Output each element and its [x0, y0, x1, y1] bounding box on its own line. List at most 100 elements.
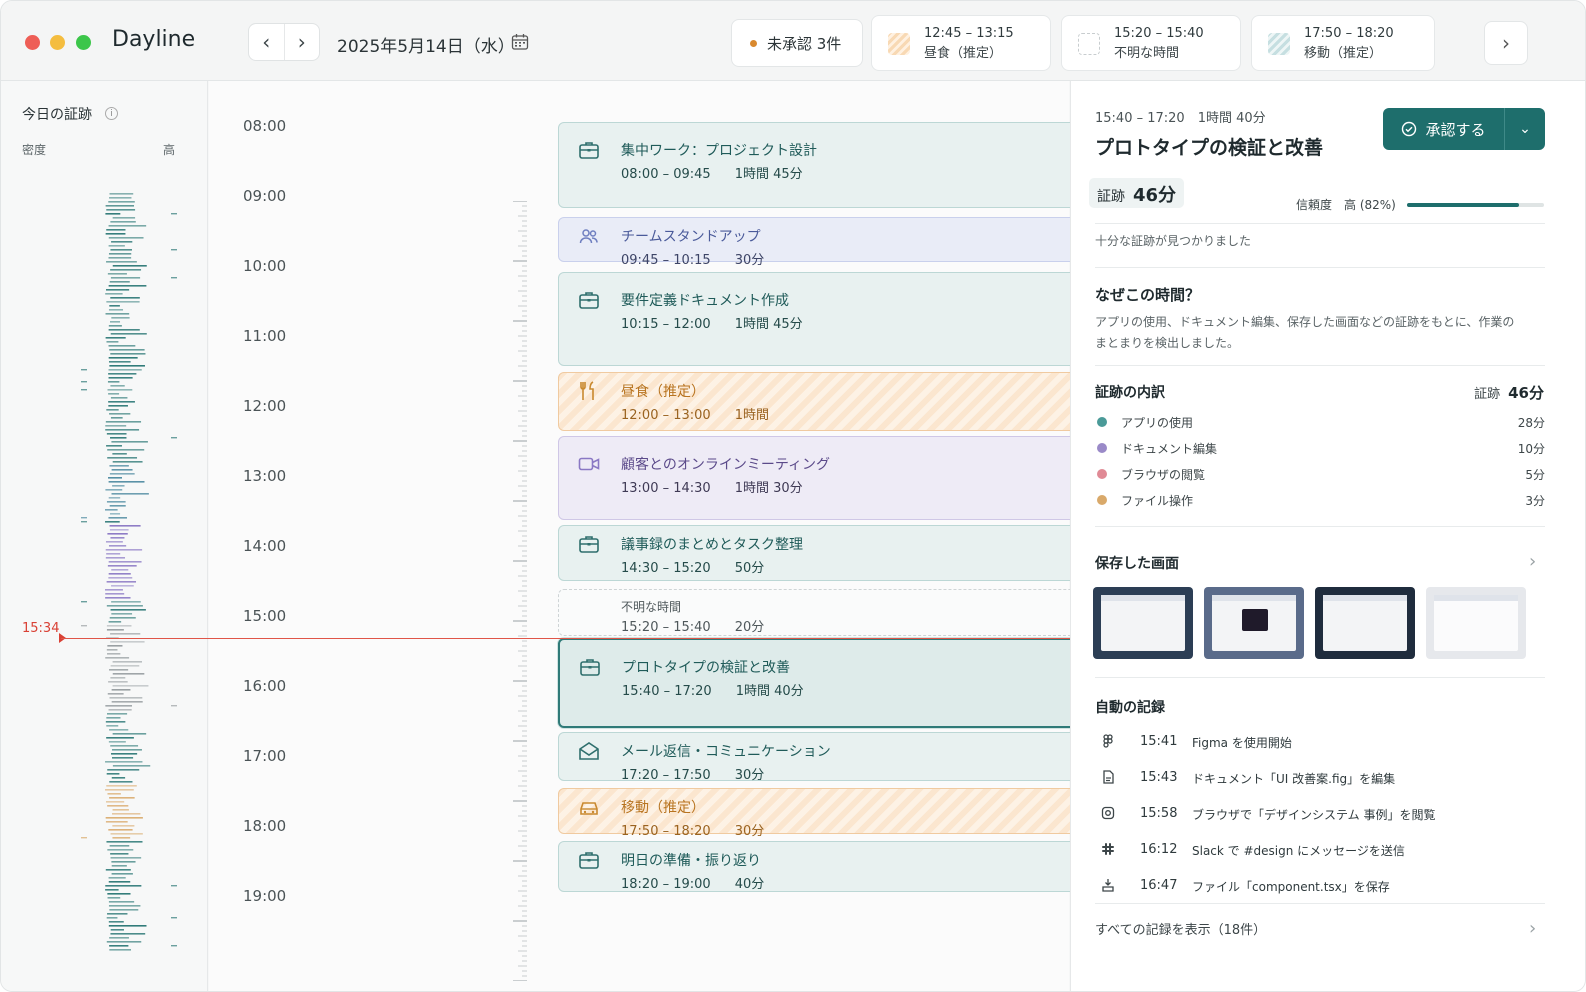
unreviewed-chip-move[interactable]: 17:50 – 18:20 移動（推定） — [1251, 15, 1435, 71]
density-mark — [108, 905, 141, 907]
density-mark — [107, 693, 124, 695]
next-chips-button[interactable]: › — [1484, 21, 1528, 65]
minimize-window-button[interactable] — [50, 35, 65, 50]
event-duration: 1時間 30分 — [734, 481, 803, 496]
density-mark — [111, 601, 141, 603]
confidence-bar-fill — [1407, 203, 1520, 207]
density-mark — [106, 773, 120, 775]
hour-label: 08:00 — [243, 117, 287, 135]
event-duration: 30分 — [734, 253, 765, 268]
show-all-records-link[interactable]: すべての記録を表示（18件） — [1095, 919, 1266, 938]
density-mark — [109, 465, 129, 467]
approve-options-button[interactable]: ⌄ — [1505, 121, 1545, 137]
density-mark — [105, 821, 128, 823]
event-time-range: 09:45 – 10:15 — [621, 253, 711, 268]
saved-screen-thumbnail[interactable] — [1315, 587, 1415, 659]
density-mark — [112, 661, 143, 663]
event-time: 09:45 – 10:15 30分 — [621, 249, 764, 268]
density-mark — [105, 521, 120, 523]
auto-log-title: 自動の記録 — [1095, 700, 1165, 716]
unreviewed-chip-lunch[interactable]: 12:45 – 13:15 昼食（推定） — [871, 15, 1051, 71]
log-description: Figma を使用開始 — [1192, 736, 1292, 750]
density-mark — [106, 501, 126, 503]
event-title: 昼食（推定） — [621, 384, 705, 400]
event-time-range: 10:15 – 12:00 — [621, 317, 711, 332]
density-mark — [109, 945, 129, 947]
auto-log-row[interactable]: 16:47 ファイル「component.tsx」を保存 — [1095, 875, 1545, 897]
density-mark — [106, 581, 137, 583]
timeline: 08:00 09:00 10:00 11:00 12:00 13:00 14:00 15:00… — [209, 81, 1261, 991]
event-time-range: 15:40 – 17:20 — [622, 684, 712, 699]
density-mark — [81, 601, 87, 603]
event-title: チームスタンドアップ — [621, 229, 761, 245]
density-mark — [171, 277, 177, 279]
density-mark — [108, 361, 131, 363]
density-mark — [105, 705, 133, 707]
chip-time: 15:20 – 15:40 — [1114, 26, 1204, 41]
density-mark — [108, 237, 144, 239]
why-description: アプリの使用、ドキュメント編集、保存した画面などの証跡をもとに、作業のまとまりを… — [1095, 315, 1515, 350]
saved-screens-more-icon[interactable]: › — [1529, 551, 1536, 572]
chevron-left-icon: ‹ — [262, 30, 271, 54]
density-mark — [110, 933, 146, 935]
density-mark — [111, 469, 133, 471]
density-mark — [108, 577, 133, 579]
zoom-window-button[interactable] — [76, 35, 91, 50]
density-mark — [105, 421, 142, 423]
chevron-right-icon[interactable]: › — [1529, 918, 1536, 939]
saved-screen-thumbnail[interactable] — [1093, 587, 1193, 659]
density-mark — [81, 517, 87, 519]
density-mark — [111, 585, 134, 587]
auto-log-row[interactable]: 16:12 Slack で #design にメッセージを送信 — [1095, 839, 1545, 861]
approve-button[interactable]: 承認する — [1383, 108, 1505, 150]
density-mark — [108, 309, 124, 311]
density-mark — [107, 893, 131, 895]
density-mark — [106, 725, 119, 727]
hour-label: 15:00 — [243, 607, 287, 625]
density-mark — [106, 409, 119, 411]
density-mark — [108, 709, 132, 711]
next-day-button[interactable]: › — [285, 24, 320, 60]
auto-log-row[interactable]: 15:43 ドキュメント「UI 改善案.fig」を編集 — [1095, 767, 1545, 789]
density-mark — [108, 377, 133, 379]
density-mark — [111, 777, 126, 779]
density-mark — [109, 949, 132, 951]
saved-screen-thumbnail[interactable] — [1204, 587, 1304, 659]
pending-approvals-button[interactable]: 未承認 3件 — [731, 19, 863, 67]
density-mark — [107, 565, 137, 567]
event-title: 不明な時間 — [621, 600, 682, 614]
density-mark — [105, 889, 119, 891]
density-mark — [108, 621, 122, 623]
density-mark — [81, 369, 87, 371]
density-mark — [111, 317, 130, 319]
density-mark — [111, 569, 129, 571]
density-mark — [110, 857, 142, 859]
density-mark — [106, 301, 140, 303]
event-title: 要件定義ドキュメント作成 — [621, 293, 789, 309]
previous-day-button[interactable]: ‹ — [249, 24, 285, 60]
saved-screen-thumbnail[interactable] — [1426, 587, 1526, 659]
density-mark — [108, 497, 121, 499]
density-mark — [109, 473, 135, 475]
density-mark — [110, 853, 129, 855]
auto-log-row[interactable]: 15:41 Figma を使用開始 — [1095, 731, 1545, 753]
calendar-icon[interactable] — [511, 33, 529, 51]
breakdown-row: アプリの使用 28分 — [1095, 412, 1545, 432]
density-mark — [110, 385, 125, 387]
close-window-button[interactable] — [25, 35, 40, 50]
auto-log-row[interactable]: 15:58 ブラウザで「デザインシステム 事例」を閲覧 — [1095, 803, 1545, 825]
unreviewed-chip-unknown[interactable]: 15:20 – 15:40 不明な時間 — [1061, 15, 1241, 71]
density-mark — [112, 825, 135, 827]
event-time: 15:20 – 15:40 20分 — [621, 616, 764, 635]
density-mark — [105, 761, 143, 763]
log-time: 15:43 — [1140, 770, 1178, 785]
thumbnail-video — [1242, 609, 1268, 631]
breakdown-name: ブラウザの閲覧 — [1121, 468, 1206, 482]
event-title: 集中ワーク：プロジェクト設計 — [621, 143, 817, 159]
approve-button-group: 承認する ⌄ — [1383, 108, 1545, 150]
density-mark — [109, 845, 130, 847]
density-mark — [105, 293, 123, 295]
breakdown-total-label: 証跡 — [1474, 387, 1501, 402]
approve-label: 承認する — [1425, 120, 1486, 139]
density-mark — [106, 841, 143, 843]
